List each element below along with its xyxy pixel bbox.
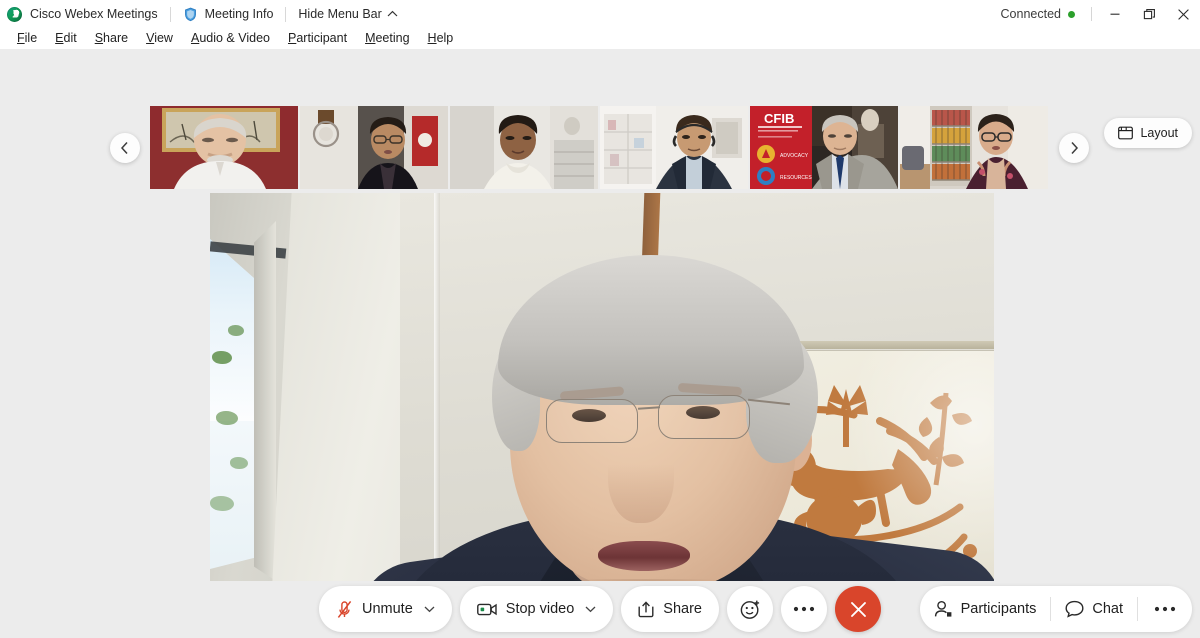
chat-bubble-icon — [1065, 600, 1084, 618]
video-options-chevron-down-icon[interactable] — [585, 605, 596, 613]
participant-thumbnail-5[interactable]: CFIB ADVOCACY RESOURCES — [750, 106, 898, 189]
participant-thumbnail-4[interactable] — [600, 106, 748, 189]
participants-button-label: Participants — [960, 601, 1037, 617]
meeting-stage: CFIB ADVOCACY RESOURCES Layout Unmute St… — [0, 49, 1200, 638]
participant-filmstrip[interactable]: CFIB ADVOCACY RESOURCES — [150, 106, 1048, 189]
chevron-left-icon — [119, 141, 131, 155]
participant-thumbnail-6[interactable] — [900, 106, 1048, 189]
close-icon — [849, 600, 868, 619]
status-dot-icon — [1068, 10, 1075, 18]
reactions-button[interactable] — [727, 586, 774, 632]
filmstrip-prev-button[interactable] — [110, 133, 140, 163]
title-bar: Cisco Webex Meetings Meeting Info Hide M… — [0, 0, 1200, 28]
svg-text:ADVOCACY: ADVOCACY — [780, 153, 809, 159]
title-bar-left: Cisco Webex Meetings Meeting Info Hide M… — [0, 6, 398, 22]
menu-view[interactable]: View — [137, 28, 182, 49]
layout-button[interactable]: Layout — [1104, 118, 1192, 148]
chat-button[interactable]: Chat — [1051, 586, 1137, 632]
mute-options-chevron-down-icon[interactable] — [424, 605, 435, 613]
more-horizontal-icon — [1154, 606, 1176, 612]
app-title: Cisco Webex Meetings — [30, 7, 158, 21]
connection-status-label: Connected — [1000, 7, 1061, 21]
share-button[interactable]: Share — [621, 586, 720, 632]
chevron-up-icon — [387, 10, 398, 18]
hide-menu-bar-label: Hide Menu Bar — [298, 7, 382, 21]
restore-button[interactable] — [1132, 0, 1166, 28]
filmstrip-next-button[interactable] — [1059, 133, 1089, 163]
more-horizontal-icon — [793, 606, 815, 612]
divider — [285, 6, 287, 22]
participant-thumbnail-1[interactable] — [150, 106, 298, 189]
camera-icon — [476, 602, 497, 617]
chat-button-label: Chat — [1092, 601, 1123, 617]
divider — [1091, 7, 1092, 21]
webex-logo-icon — [7, 6, 22, 22]
close-button[interactable] — [1166, 0, 1200, 28]
minimize-button[interactable] — [1098, 0, 1132, 28]
meeting-info-button[interactable]: Meeting Info — [183, 7, 274, 22]
microphone-muted-icon — [336, 600, 353, 619]
layout-grid-icon — [1118, 126, 1134, 140]
share-upload-icon — [638, 600, 654, 618]
hide-menu-bar-button[interactable]: Hide Menu Bar — [298, 7, 398, 21]
end-meeting-button[interactable] — [835, 586, 882, 632]
chevron-right-icon — [1068, 141, 1080, 155]
share-button-label: Share — [663, 601, 703, 617]
person-icon — [934, 600, 953, 618]
divider — [169, 6, 171, 22]
menu-share[interactable]: Share — [86, 28, 137, 49]
control-bar-right: Participants Chat — [919, 586, 1192, 632]
video-button-label: Stop video — [505, 601, 575, 617]
shield-icon — [183, 7, 198, 22]
title-bar-right: Connected — [1001, 0, 1200, 28]
right-more-options-button[interactable] — [1138, 586, 1192, 632]
control-bar-center: Unmute Stop video Share — [318, 586, 882, 632]
layout-button-label: Layout — [1140, 126, 1178, 140]
meeting-control-bar: Unmute Stop video Share Participants Cha… — [0, 581, 1200, 638]
active-speaker-video[interactable]: Crispin Conroy ICC Geneva — [210, 193, 994, 630]
menu-audio-video[interactable]: Audio & Video — [182, 28, 279, 49]
menu-file[interactable]: File — [8, 28, 46, 49]
svg-text:CFIB: CFIB — [764, 111, 794, 126]
participant-thumbnail-2[interactable] — [300, 106, 448, 189]
more-options-button[interactable] — [781, 586, 828, 632]
video-button[interactable]: Stop video — [459, 586, 614, 632]
mute-button[interactable]: Unmute — [318, 586, 452, 632]
video-scene — [210, 193, 994, 630]
menu-edit[interactable]: Edit — [46, 28, 86, 49]
participant-person — [210, 193, 994, 630]
menu-meeting[interactable]: Meeting — [356, 28, 418, 49]
meeting-info-label: Meeting Info — [204, 7, 274, 21]
menu-help[interactable]: Help — [419, 28, 463, 49]
smiley-plus-icon — [740, 599, 761, 620]
mute-button-label: Unmute — [361, 601, 413, 617]
svg-text:RESOURCES: RESOURCES — [780, 175, 812, 181]
menu-bar: File Edit Share View Audio & Video Participan… — [0, 28, 1200, 49]
menu-participant[interactable]: Participant — [279, 28, 356, 49]
connection-status: Connected — [1001, 7, 1075, 21]
participants-button[interactable]: Participants — [920, 586, 1051, 632]
participant-thumbnail-3[interactable] — [450, 106, 598, 189]
